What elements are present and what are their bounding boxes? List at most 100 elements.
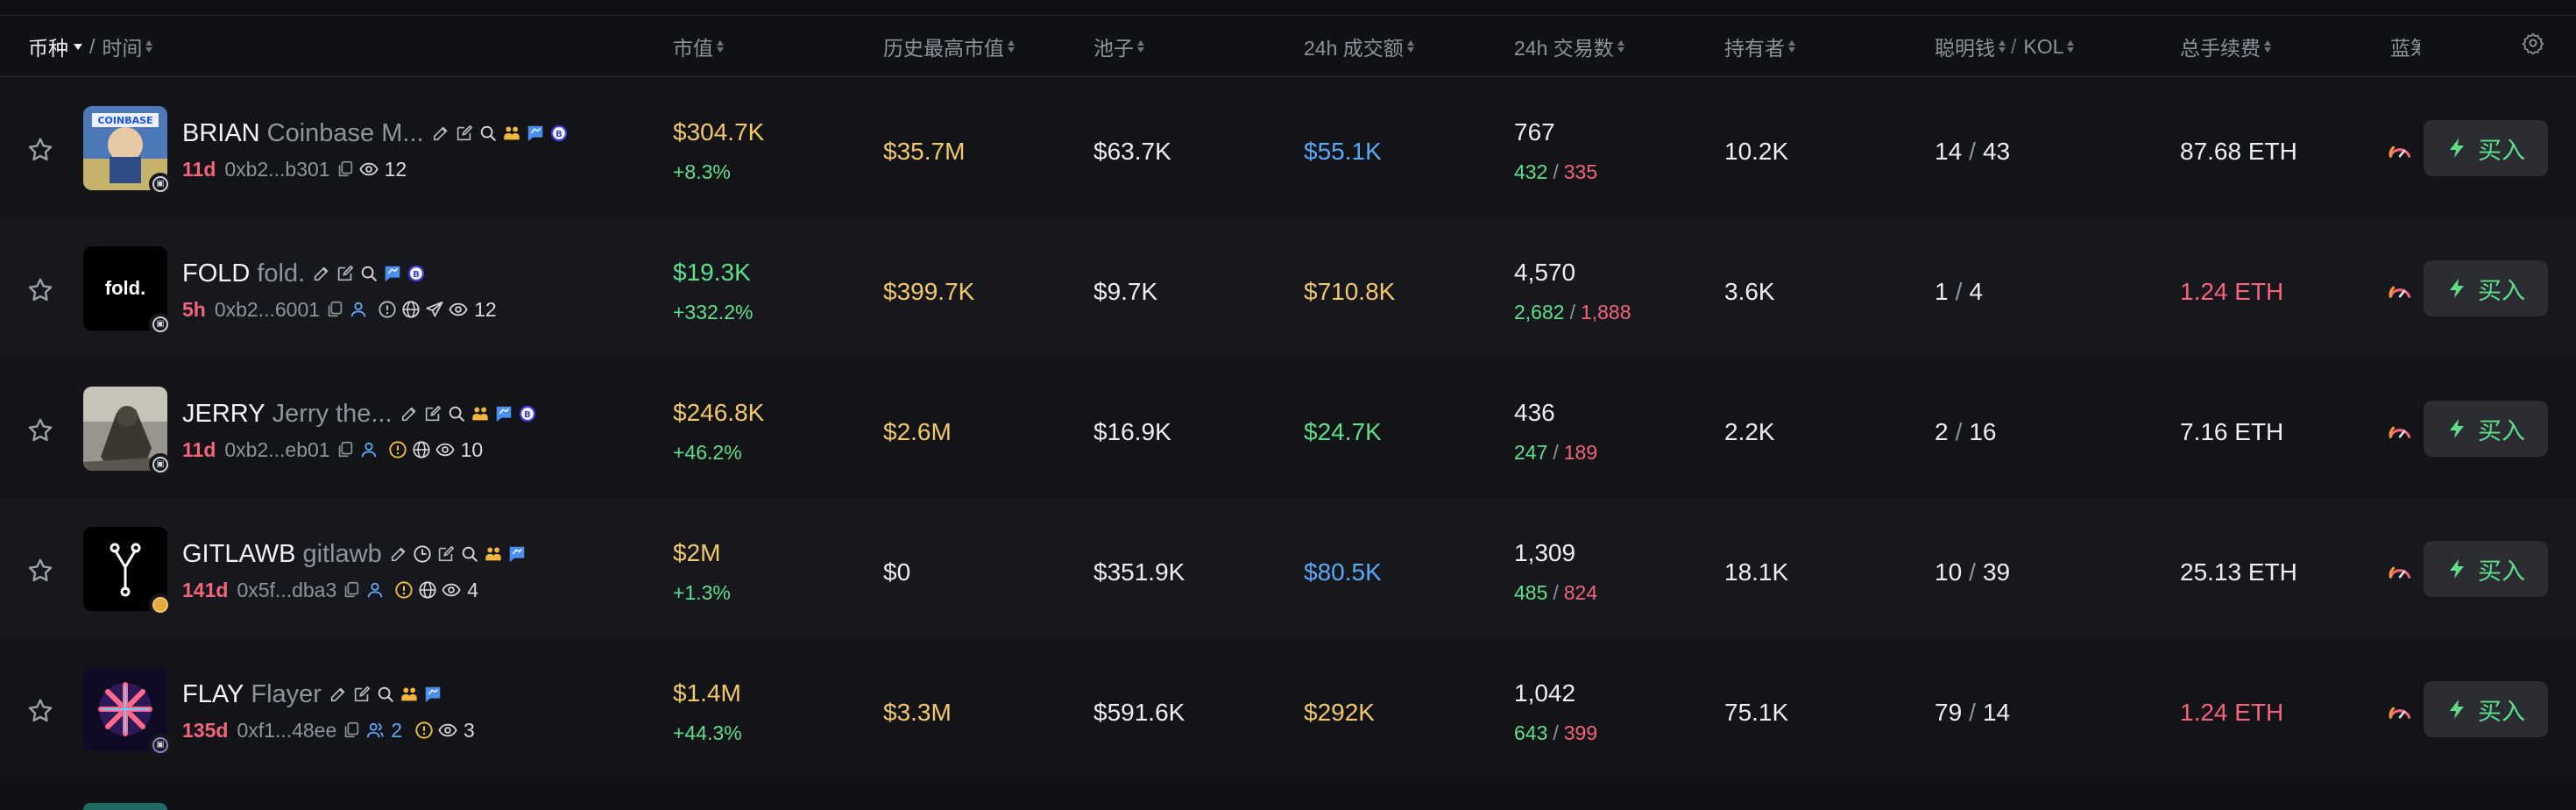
buy-button[interactable]: 买入	[2424, 681, 2548, 737]
sort-icon[interactable]	[717, 40, 724, 53]
user-icon[interactable]	[359, 440, 379, 459]
token-symbol[interactable]: JERRY	[182, 400, 265, 429]
search-icon[interactable]	[359, 264, 379, 283]
tx-buys: 2,682	[1514, 301, 1565, 323]
copy-icon[interactable]	[342, 721, 361, 740]
sort-icon[interactable]	[145, 40, 153, 53]
search-icon[interactable]	[460, 544, 479, 564]
globe-icon[interactable]	[412, 440, 431, 459]
chat-icon[interactable]	[423, 685, 442, 704]
token-age: 135d	[182, 718, 229, 742]
copy-icon[interactable]	[325, 300, 344, 319]
globe-icon[interactable]	[418, 580, 437, 600]
sort-icon[interactable]	[1617, 40, 1624, 53]
col-total-fees[interactable]: 总手续费	[2180, 16, 2271, 77]
col-pool[interactable]: 池子	[1093, 16, 1144, 77]
edit-icon[interactable]	[423, 404, 442, 423]
buy-button[interactable]: 买入	[2424, 120, 2548, 176]
clock-icon[interactable]	[413, 544, 432, 564]
people-icon[interactable]	[471, 404, 490, 423]
col-market-cap[interactable]: 市值	[673, 16, 724, 77]
buy-button[interactable]: 买入	[2424, 401, 2548, 457]
platform-badge: ▣	[149, 734, 172, 757]
search-icon[interactable]	[478, 124, 498, 143]
copy-icon[interactable]	[342, 580, 361, 600]
edit-icon[interactable]	[455, 124, 474, 143]
edit-icon[interactable]	[436, 544, 456, 564]
sort-icon[interactable]	[1137, 40, 1144, 53]
search-icon[interactable]	[376, 685, 395, 704]
token-symbol[interactable]: FOLD	[182, 259, 250, 288]
user-icon[interactable]	[365, 580, 385, 600]
star-icon[interactable]	[26, 416, 54, 444]
sort-icon[interactable]	[2067, 40, 2075, 53]
sort-icon[interactable]	[1406, 40, 1414, 53]
sort-icon[interactable]	[1008, 40, 1015, 53]
col-smart-kol[interactable]: 聪明钱 / KOL	[1935, 16, 2075, 77]
sort-icon[interactable]	[1999, 40, 2006, 53]
eye-icon	[438, 721, 457, 740]
edit-icon[interactable]	[352, 685, 372, 704]
col-tx-24h[interactable]: 24h 交易数	[1514, 16, 1624, 77]
buy-button[interactable]: 买入	[2424, 260, 2548, 316]
people-icon[interactable]	[502, 124, 521, 143]
chevron-down-icon[interactable]	[74, 43, 82, 50]
token-symbol[interactable]: GITLAWB	[182, 540, 295, 569]
pencil-icon[interactable]	[400, 404, 419, 423]
table-row[interactable]: COINBASE ▣ BRIAN Coinbase M... 11d 0xb2.…	[0, 78, 2576, 218]
col-holders[interactable]: 持有者	[1724, 16, 1795, 77]
chat-icon[interactable]	[494, 404, 513, 423]
chat-icon[interactable]	[383, 264, 402, 283]
col-volume-24h[interactable]: 24h 成交额	[1304, 16, 1414, 77]
gear-icon[interactable]	[2522, 32, 2544, 54]
col-bluechip[interactable]: 蓝筹	[2390, 16, 2420, 77]
kol-count: 4	[1969, 278, 1983, 305]
col-ath-mcap[interactable]: 历史最高市值	[883, 16, 1015, 77]
tx-sells: 189	[1563, 441, 1598, 464]
chat-icon[interactable]	[526, 124, 545, 143]
pencil-icon[interactable]	[312, 264, 331, 283]
table-row[interactable]: ▣ JERRY Jerry the... 11d 0xb2...eb01 10 …	[0, 359, 2576, 499]
star-icon[interactable]	[26, 276, 54, 304]
token-symbol[interactable]: FLAY	[182, 680, 244, 709]
globe-icon[interactable]	[401, 300, 421, 319]
b-badge-icon[interactable]	[518, 404, 537, 423]
search-icon[interactable]	[447, 404, 466, 423]
warning-icon[interactable]	[394, 580, 414, 600]
table-row[interactable]: GITLAWB gitlawb 141d 0x5f...dba3 4 $2M +…	[0, 499, 2576, 639]
table-row[interactable]: fold. ▣ FOLD fold. 5h 0xb2...6001 12 $19…	[0, 218, 2576, 359]
warning-icon[interactable]	[414, 721, 434, 740]
coin-time-sort[interactable]: 币种 / 时间	[28, 16, 153, 77]
edit-icon[interactable]	[336, 264, 355, 283]
user-icon[interactable]	[349, 300, 368, 319]
bolt-icon	[2446, 276, 2467, 301]
star-icon[interactable]	[26, 697, 54, 725]
top-divider	[0, 0, 2576, 16]
copy-icon[interactable]	[336, 440, 355, 459]
pencil-icon[interactable]	[329, 685, 348, 704]
star-icon[interactable]	[26, 136, 54, 164]
pencil-icon[interactable]	[389, 544, 408, 564]
buy-button[interactable]: 买入	[2424, 541, 2548, 597]
market-cap-change: +332.2%	[673, 301, 754, 323]
people-icon[interactable]	[484, 544, 503, 564]
star-icon[interactable]	[26, 557, 54, 585]
chat-icon[interactable]	[507, 544, 527, 564]
copy-icon[interactable]	[336, 160, 355, 179]
token-symbol[interactable]: BRIAN	[182, 119, 260, 148]
coin-sort-label[interactable]: 币种	[28, 32, 68, 61]
sort-icon[interactable]	[1788, 40, 1795, 53]
time-sort-label[interactable]: 时间	[102, 32, 142, 61]
warning-icon[interactable]	[378, 300, 397, 319]
users-icon[interactable]	[365, 721, 385, 740]
b-badge-icon[interactable]	[549, 124, 569, 143]
people-icon[interactable]	[400, 685, 419, 704]
table-row[interactable]: ▣ FLAY Flayer 135d 0xf1...48ee 2 3 $1.4M…	[0, 639, 2576, 779]
b-badge-icon[interactable]	[407, 264, 426, 283]
pencil-icon[interactable]	[431, 124, 450, 143]
warning-icon[interactable]	[388, 440, 407, 459]
col-label: KOL	[2023, 34, 2064, 58]
tx-buys-sells: 432/335	[1514, 160, 1597, 184]
sort-icon[interactable]	[2264, 40, 2271, 53]
telegram-icon[interactable]	[425, 300, 444, 319]
